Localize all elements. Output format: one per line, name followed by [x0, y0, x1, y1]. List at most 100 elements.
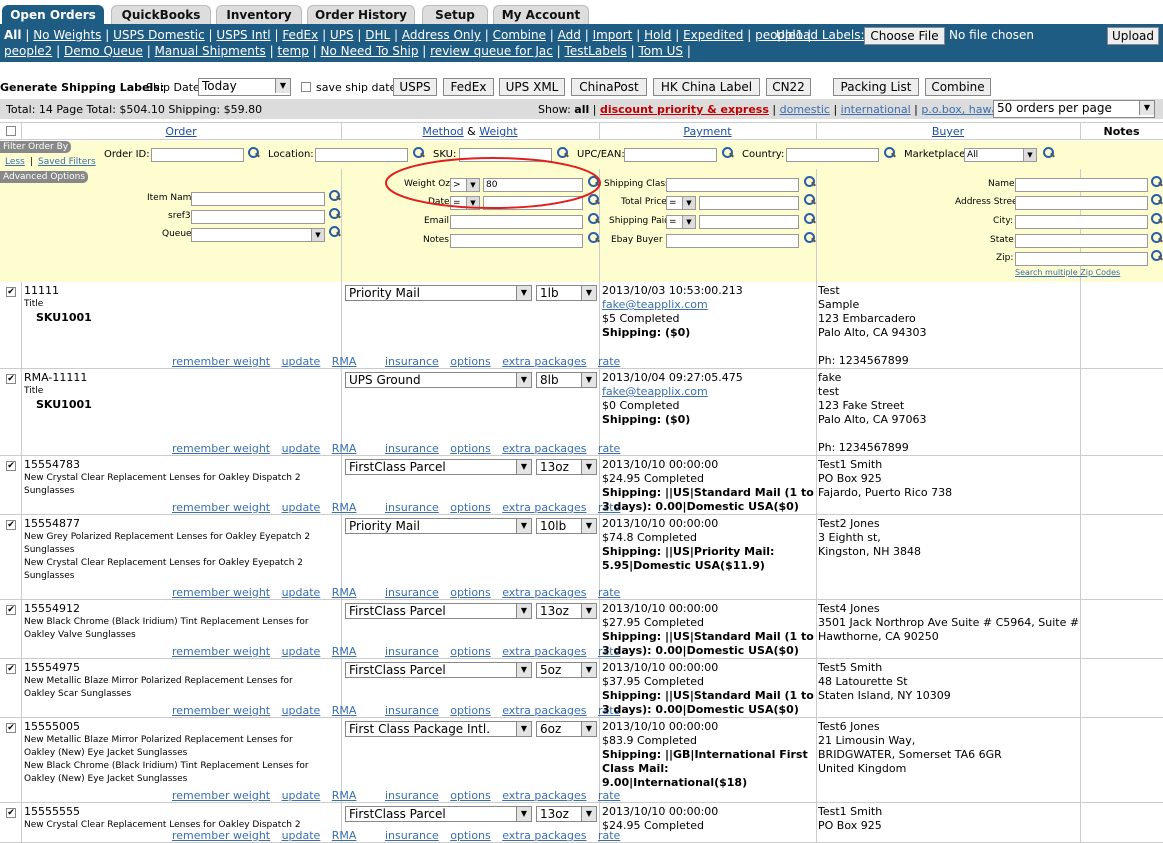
- search-icon[interactable]: [328, 207, 341, 220]
- ebay-buyer-input[interactable]: [666, 234, 799, 248]
- tab-inventory[interactable]: Inventory: [216, 5, 302, 25]
- total-price-operator-select[interactable]: = ▼: [666, 196, 696, 210]
- update-link[interactable]: update: [282, 586, 321, 599]
- buyer-email-link[interactable]: fake@teapplix.com: [602, 385, 814, 399]
- search-icon[interactable]: [1150, 249, 1163, 262]
- remember-weight-link[interactable]: remember weight: [172, 704, 270, 717]
- queue-link[interactable]: review queue for Jac: [430, 44, 553, 58]
- queue-all[interactable]: All: [4, 28, 22, 42]
- orders-per-page-select[interactable]: 50 orders per page ▼: [993, 100, 1155, 118]
- row-checkbox[interactable]: ✔: [6, 723, 16, 733]
- order-id-input[interactable]: [151, 148, 244, 162]
- hk-china-label-button[interactable]: HK China Label: [653, 78, 760, 96]
- remember-weight-link[interactable]: remember weight: [172, 645, 270, 658]
- tab-order-history[interactable]: Order History: [307, 5, 415, 25]
- shipping-method-select[interactable]: FirstClass Parcel ▼: [345, 603, 532, 619]
- rate-link[interactable]: rate: [598, 442, 620, 455]
- payment-column-header[interactable]: Payment: [599, 125, 816, 138]
- queue-link[interactable]: USPS Domestic: [113, 28, 205, 42]
- sref3-input[interactable]: [191, 210, 325, 224]
- tab-quickbooks[interactable]: QuickBooks: [111, 5, 211, 25]
- cn22-button[interactable]: CN22: [766, 78, 811, 96]
- weight-select[interactable]: 10lb ▼: [536, 518, 597, 534]
- remember-weight-link[interactable]: remember weight: [172, 586, 270, 599]
- queue-link[interactable]: Demo Queue: [64, 44, 143, 58]
- packing-list-button[interactable]: Packing List: [833, 78, 919, 96]
- search-icon[interactable]: [803, 193, 816, 206]
- show-all-link[interactable]: all: [574, 103, 589, 116]
- queue-link[interactable]: Manual Shipments: [155, 44, 266, 58]
- queue-link[interactable]: people2: [4, 44, 52, 58]
- marketplace-select[interactable]: All ▼: [964, 148, 1037, 162]
- update-link[interactable]: update: [282, 789, 321, 802]
- queue-link[interactable]: Address Only: [402, 28, 481, 42]
- weight-select[interactable]: 1lb ▼: [536, 285, 597, 301]
- less-link[interactable]: Less: [5, 157, 25, 167]
- buyer-email-link[interactable]: fake@teapplix.com: [602, 298, 814, 312]
- zip-input[interactable]: [1015, 252, 1148, 266]
- show-priority-link[interactable]: discount priority & express: [600, 103, 769, 116]
- name-input[interactable]: [1015, 178, 1148, 192]
- queue-link[interactable]: temp: [277, 44, 308, 58]
- queue-link[interactable]: No Need To Ship: [321, 44, 419, 58]
- remember-weight-link[interactable]: remember weight: [172, 501, 270, 514]
- queue-link[interactable]: No Weights: [33, 28, 101, 42]
- search-icon[interactable]: [803, 212, 816, 225]
- upc-input[interactable]: [624, 148, 717, 162]
- update-link[interactable]: update: [282, 645, 321, 658]
- row-checkbox[interactable]: ✔: [6, 461, 16, 471]
- weight-select[interactable]: 13oz ▼: [536, 603, 597, 619]
- order-column-header[interactable]: Order: [21, 125, 341, 138]
- queue-link[interactable]: Add: [558, 28, 581, 42]
- choose-file-button[interactable]: Choose File: [864, 27, 945, 45]
- extra-packages-link[interactable]: extra packages: [502, 789, 586, 802]
- insurance-link[interactable]: insurance: [385, 645, 439, 658]
- insurance-link[interactable]: insurance: [385, 586, 439, 599]
- shipping-method-select[interactable]: FirstClass Parcel ▼: [345, 806, 532, 822]
- shipping-method-select[interactable]: FirstClass Parcel ▼: [345, 662, 532, 678]
- tab-my-account[interactable]: My Account: [493, 5, 589, 25]
- shipping-method-select[interactable]: UPS Ground ▼: [345, 372, 532, 388]
- tab-setup[interactable]: Setup: [422, 5, 488, 25]
- row-checkbox[interactable]: ✔: [6, 287, 16, 297]
- update-link[interactable]: update: [282, 501, 321, 514]
- queue-link[interactable]: UPS: [330, 28, 354, 42]
- queue-link[interactable]: USPS Intl: [216, 28, 270, 42]
- search-icon[interactable]: [803, 175, 816, 188]
- rma-link[interactable]: RMA: [332, 645, 357, 658]
- search-icon[interactable]: [587, 212, 600, 225]
- country-input[interactable]: [786, 148, 879, 162]
- tab-open-orders[interactable]: Open Orders: [2, 5, 104, 25]
- method-column-header[interactable]: Method: [422, 125, 463, 138]
- options-link[interactable]: options: [450, 704, 491, 717]
- insurance-link[interactable]: insurance: [385, 704, 439, 717]
- weight-select[interactable]: 6oz ▼: [536, 721, 597, 737]
- weight-select[interactable]: 13oz ▼: [536, 806, 597, 822]
- search-icon[interactable]: [883, 146, 896, 159]
- rma-link[interactable]: RMA: [332, 789, 357, 802]
- show-domestic-link[interactable]: domestic: [780, 103, 830, 116]
- options-link[interactable]: options: [450, 501, 491, 514]
- shipping-method-select[interactable]: Priority Mail ▼: [345, 285, 532, 301]
- combine-button[interactable]: Combine: [925, 78, 991, 96]
- search-icon[interactable]: [587, 231, 600, 244]
- extra-packages-link[interactable]: extra packages: [502, 501, 586, 514]
- extra-packages-link[interactable]: extra packages: [502, 645, 586, 658]
- shipping-paid-operator-select[interactable]: = ▼: [666, 215, 696, 229]
- rma-link[interactable]: RMA: [332, 442, 357, 455]
- show-international-link[interactable]: international: [841, 103, 911, 116]
- shipping-method-select[interactable]: Priority Mail ▼: [345, 518, 532, 534]
- row-checkbox[interactable]: ✔: [6, 520, 16, 530]
- search-icon[interactable]: [247, 146, 260, 159]
- ship-date-select[interactable]: Today ▼: [198, 78, 291, 96]
- extra-packages-link[interactable]: extra packages: [502, 586, 586, 599]
- search-multiple-zip-link[interactable]: Search multiple Zip Codes: [1015, 268, 1120, 277]
- saved-filters-link[interactable]: Saved Filters: [38, 157, 96, 167]
- remember-weight-link[interactable]: remember weight: [172, 789, 270, 802]
- fedex-button[interactable]: FedEx: [443, 78, 494, 96]
- shipping-paid-input[interactable]: [699, 215, 799, 229]
- insurance-link[interactable]: insurance: [385, 501, 439, 514]
- update-link[interactable]: update: [282, 704, 321, 717]
- extra-packages-link[interactable]: extra packages: [502, 704, 586, 717]
- options-link[interactable]: options: [450, 586, 491, 599]
